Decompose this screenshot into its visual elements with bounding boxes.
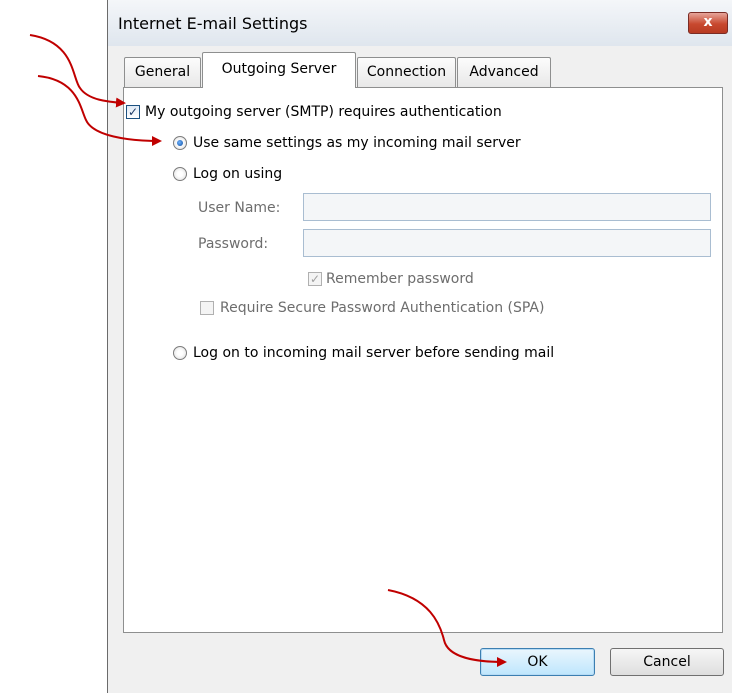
close-button[interactable]: x bbox=[688, 12, 728, 34]
remember-password-checkbox[interactable]: ✓ bbox=[308, 272, 322, 286]
ok-button[interactable]: OK bbox=[480, 648, 595, 676]
tab-advanced[interactable]: Advanced bbox=[457, 57, 551, 87]
tab-general[interactable]: General bbox=[124, 57, 201, 87]
username-field[interactable] bbox=[303, 193, 711, 221]
require-spa-checkbox[interactable] bbox=[200, 301, 214, 315]
username-label: User Name: bbox=[198, 200, 281, 216]
log-on-using-radio[interactable] bbox=[173, 167, 187, 181]
log-on-using-label: Log on using bbox=[193, 166, 283, 182]
require-spa-label: Require Secure Password Authentication (… bbox=[220, 300, 545, 316]
title-bar: Internet E-mail Settings x bbox=[108, 0, 732, 46]
smtp-auth-checkbox[interactable]: ✓ bbox=[126, 105, 140, 119]
internet-email-settings-dialog: Internet E-mail Settings x General Outgo… bbox=[107, 0, 732, 693]
log-on-incoming-label: Log on to incoming mail server before se… bbox=[193, 345, 555, 361]
remember-password-label: Remember password bbox=[326, 271, 474, 287]
same-settings-radio[interactable] bbox=[173, 136, 187, 150]
dialog-title: Internet E-mail Settings bbox=[118, 14, 308, 33]
tab-connection[interactable]: Connection bbox=[357, 57, 456, 87]
cancel-button[interactable]: Cancel bbox=[610, 648, 724, 676]
close-icon: x bbox=[703, 14, 713, 30]
password-field[interactable] bbox=[303, 229, 711, 257]
password-label: Password: bbox=[198, 236, 269, 252]
smtp-auth-label: My outgoing server (SMTP) requires authe… bbox=[145, 104, 502, 120]
outgoing-server-panel: ✓ My outgoing server (SMTP) requires aut… bbox=[123, 87, 723, 633]
log-on-incoming-radio[interactable] bbox=[173, 346, 187, 360]
same-settings-label: Use same settings as my incoming mail se… bbox=[193, 135, 521, 151]
tab-outgoing-server[interactable]: Outgoing Server bbox=[202, 52, 356, 88]
